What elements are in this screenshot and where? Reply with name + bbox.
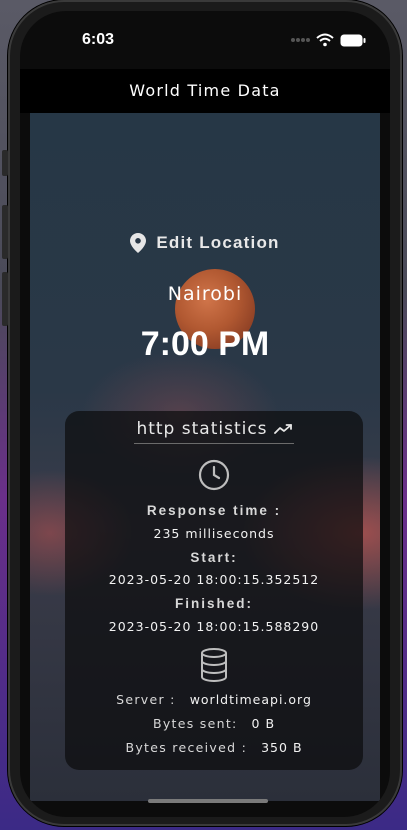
screen: 6:03 World Time Data Edit Location Nairo… — [20, 11, 390, 817]
database-icon-wrap — [65, 648, 363, 682]
local-time: 7:00 PM — [140, 325, 270, 363]
card-header: http statistics — [65, 419, 363, 444]
http-statistics-card: http statistics Response time : 235 mill — [65, 411, 363, 770]
finished-label: Finished: — [175, 596, 253, 611]
bytes-sent-value: 0 B — [251, 716, 276, 731]
start-value: 2023-05-20 18:00:15.352512 — [108, 572, 320, 587]
bytes-received-label: Bytes received : — [125, 740, 248, 755]
phone-frame: 6:03 World Time Data Edit Location Nairo… — [2, 0, 402, 826]
server-label: Server : — [116, 692, 176, 707]
city-name: Nairobi — [167, 283, 243, 305]
bytes-received-row: Bytes received : 350 B — [65, 740, 363, 755]
volume-down-button — [2, 272, 8, 326]
home-indicator[interactable] — [148, 799, 268, 803]
app-title: World Time Data — [129, 81, 281, 100]
app-bar: World Time Data — [20, 69, 390, 113]
main-content: Edit Location Nairobi 7:00 PM http stati… — [30, 113, 380, 801]
bytes-received-value: 350 B — [261, 740, 303, 755]
edit-location-label: Edit Location — [156, 233, 280, 252]
server-value: worldtimeapi.org — [189, 692, 312, 707]
trending-icon — [273, 424, 292, 434]
response-time-value: 235 milliseconds — [153, 526, 275, 541]
battery-icon — [340, 34, 366, 46]
database-icon — [201, 648, 227, 682]
wifi-icon — [316, 33, 334, 47]
location-pin-icon — [130, 233, 147, 253]
response-time-label: Response time : — [146, 503, 282, 518]
status-bar: 6:03 — [20, 11, 390, 69]
edit-location-button[interactable]: Edit Location — [30, 233, 380, 253]
http-statistics-label: http statistics — [136, 419, 268, 439]
status-icons — [290, 33, 366, 47]
signal-dots-icon — [291, 38, 310, 42]
http-statistics-title: http statistics — [134, 419, 294, 444]
volume-up-button — [2, 205, 8, 259]
bytes-sent-row: Bytes sent: 0 B — [65, 716, 363, 731]
clock-icon — [198, 459, 230, 491]
start-label: Start: — [190, 550, 238, 565]
finished-value: 2023-05-20 18:00:15.588290 — [108, 619, 320, 634]
server-row: Server : worldtimeapi.org — [65, 692, 363, 707]
mute-switch — [2, 150, 8, 176]
status-time: 6:03 — [82, 31, 115, 48]
clock-icon-wrap — [65, 459, 363, 491]
bytes-sent-label: Bytes sent: — [152, 716, 238, 731]
